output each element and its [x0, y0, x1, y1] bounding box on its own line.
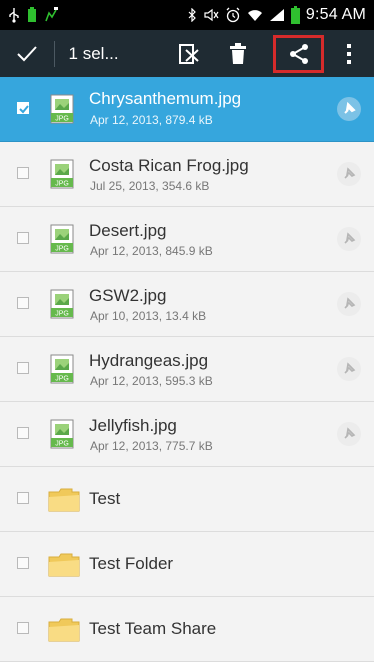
- file-name: Jellyfish.jpg: [89, 416, 177, 435]
- row-checkbox[interactable]: [17, 102, 29, 114]
- row-checkbox[interactable]: [17, 232, 29, 244]
- folder-row[interactable]: Test Team Share: [0, 597, 374, 662]
- file-name: GSW2.jpg: [89, 286, 167, 305]
- bluetooth-icon: [188, 8, 196, 22]
- jpg-file-icon: JPG: [50, 94, 74, 124]
- row-checkbox[interactable]: [17, 297, 29, 309]
- delete-button[interactable]: [207, 30, 268, 77]
- file-name: Costa Rican Frog.jpg: [89, 156, 249, 175]
- battery-icon: [290, 6, 300, 24]
- action-bar: 1 sel...: [0, 30, 374, 77]
- mute-icon: [204, 8, 219, 22]
- row-checkbox[interactable]: [17, 362, 29, 374]
- status-time: 9:54 AM: [305, 6, 366, 23]
- jpg-file-icon: JPG: [50, 289, 74, 319]
- pin-icon[interactable]: [336, 161, 362, 187]
- thumb-label: JPG: [55, 311, 69, 318]
- check-icon: [17, 45, 37, 61]
- file-meta: Jul 25, 2013, 354.6 kB: [90, 179, 210, 193]
- folder-row[interactable]: Test Folder: [0, 532, 374, 597]
- pin-icon[interactable]: [336, 96, 362, 122]
- overflow-menu-icon: [347, 43, 352, 64]
- file-row[interactable]: JPG Jellyfish.jpg Apr 12, 2013, 775.7 kB: [0, 402, 374, 467]
- jpg-file-icon: JPG: [50, 354, 74, 384]
- row-checkbox[interactable]: [17, 427, 29, 439]
- file-meta: Apr 12, 2013, 595.3 kB: [90, 374, 213, 388]
- signal-icon: [269, 9, 284, 21]
- file-name: Desert.jpg: [89, 221, 167, 240]
- battery-small-icon: [28, 7, 36, 22]
- share-icon: [289, 43, 308, 64]
- row-checkbox[interactable]: [17, 557, 29, 569]
- pin-icon[interactable]: [336, 421, 362, 447]
- folder-icon: [48, 618, 80, 642]
- jpg-file-icon: JPG: [50, 419, 74, 449]
- file-meta: Apr 12, 2013, 879.4 kB: [90, 113, 213, 127]
- status-bar: 9:54 AM: [0, 0, 374, 30]
- file-row[interactable]: JPG Chrysanthemum.jpg Apr 12, 2013, 879.…: [0, 77, 374, 142]
- file-meta: Apr 10, 2013, 13.4 kB: [90, 309, 207, 323]
- thumb-label: JPG: [55, 116, 69, 123]
- file-list: JPG Chrysanthemum.jpg Apr 12, 2013, 879.…: [0, 77, 374, 662]
- pin-icon[interactable]: [336, 291, 362, 317]
- folder-name: Test Folder: [89, 554, 174, 573]
- folder-row[interactable]: Test: [0, 467, 374, 532]
- notification-icon: [45, 7, 58, 22]
- trash-icon: [230, 42, 247, 64]
- folder-icon: [48, 553, 80, 577]
- done-button[interactable]: [0, 30, 54, 77]
- thumb-label: JPG: [55, 246, 69, 253]
- alarm-icon: [226, 7, 240, 23]
- usb-icon: [9, 8, 19, 23]
- thumb-label: JPG: [55, 376, 69, 383]
- checkmark-icon: [19, 105, 29, 114]
- file-name: Chrysanthemum.jpg: [89, 89, 242, 108]
- file-name: Hydrangeas.jpg: [89, 351, 209, 370]
- pin-icon[interactable]: [336, 356, 362, 382]
- thumb-label: JPG: [55, 441, 69, 448]
- cut-button[interactable]: [172, 30, 208, 77]
- file-meta: Apr 12, 2013, 845.9 kB: [90, 244, 213, 258]
- folder-name: Test: [89, 489, 121, 508]
- wifi-icon: [247, 10, 262, 21]
- file-row[interactable]: JPG Costa Rican Frog.jpg Jul 25, 2013, 3…: [0, 142, 374, 207]
- folder-icon: [48, 488, 80, 512]
- jpg-file-icon: JPG: [50, 159, 74, 189]
- file-row[interactable]: JPG Hydrangeas.jpg Apr 12, 2013, 595.3 k…: [0, 337, 374, 402]
- overflow-menu-button[interactable]: [324, 30, 374, 77]
- file-row[interactable]: JPG Desert.jpg Apr 12, 2013, 845.9 kB: [0, 207, 374, 272]
- file-row[interactable]: JPG GSW2.jpg Apr 10, 2013, 13.4 kB: [0, 272, 374, 337]
- jpg-file-icon: JPG: [50, 224, 74, 254]
- row-checkbox[interactable]: [17, 492, 29, 504]
- cut-icon: [179, 43, 200, 64]
- share-button[interactable]: [272, 34, 325, 73]
- folder-name: Test Team Share: [89, 619, 217, 638]
- pin-icon[interactable]: [336, 226, 362, 252]
- selection-count: 1 sel...: [68, 43, 119, 63]
- file-meta: Apr 12, 2013, 775.7 kB: [90, 439, 213, 453]
- thumb-label: JPG: [55, 181, 69, 188]
- row-checkbox[interactable]: [17, 167, 29, 179]
- row-checkbox[interactable]: [17, 622, 29, 634]
